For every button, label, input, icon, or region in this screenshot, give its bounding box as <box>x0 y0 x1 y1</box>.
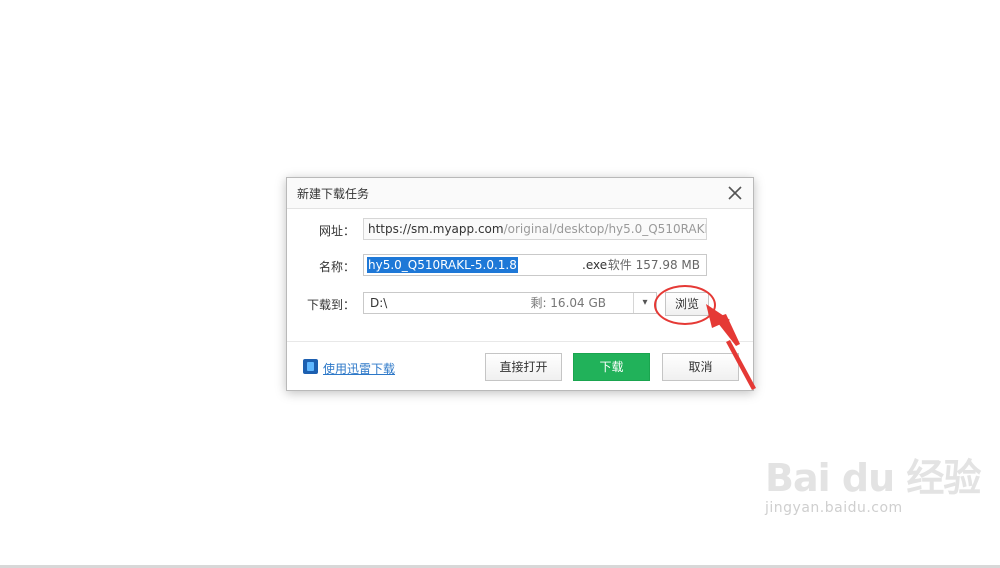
download-button[interactable]: 下载 <box>573 353 650 381</box>
dialog-title: 新建下载任务 <box>297 187 370 201</box>
url-path: /original/desktop/hy5.0_Q510RAKL-5 <box>503 222 707 236</box>
save-to-label: 下载到： <box>306 298 355 312</box>
dialog-header: 新建下载任务 <box>287 178 753 209</box>
open-directly-button[interactable]: 直接打开 <box>485 353 562 381</box>
url-label: 网址： <box>318 224 355 238</box>
new-download-dialog: 新建下载任务 网址： https://sm.myapp.com/original… <box>286 177 754 391</box>
chevron-down-icon: ▾ <box>642 297 648 308</box>
filename-selected-text: hy5.0_Q510RAKL-5.0.1.8 <box>367 257 518 273</box>
save-path-field[interactable]: D:\ 剩: 16.04 GB ▾ <box>363 292 657 314</box>
annotation-arrow-icon <box>706 304 756 390</box>
name-label: 名称： <box>318 260 355 274</box>
watermark-url: jingyan.baidu.com <box>765 500 903 516</box>
free-space-info: 剩: 16.04 GB <box>530 296 606 310</box>
use-xunlei-label: 使用迅雷下载 <box>323 362 396 376</box>
path-dropdown-button[interactable]: ▾ <box>633 293 656 313</box>
close-button[interactable] <box>725 183 745 203</box>
watermark-brand: Bai du 经验 <box>765 456 981 500</box>
use-xunlei-link[interactable]: 使用迅雷下载 <box>303 359 396 377</box>
save-path-value: D:\ <box>370 296 388 310</box>
url-host: https://sm.myapp.com <box>368 222 504 236</box>
filename-extension: .exe <box>582 258 608 272</box>
url-field[interactable]: https://sm.myapp.com/original/desktop/hy… <box>363 218 707 240</box>
xunlei-icon <box>303 359 318 374</box>
footer-divider <box>287 341 753 342</box>
close-icon <box>728 186 742 200</box>
filename-field[interactable]: hy5.0_Q510RAKL-5.0.1.8 .exe 软件 157.98 MB <box>363 254 707 276</box>
baidu-watermark: Bai du 经验 jingyan.baidu.com <box>765 456 981 516</box>
file-size-info: 软件 157.98 MB <box>607 258 700 272</box>
